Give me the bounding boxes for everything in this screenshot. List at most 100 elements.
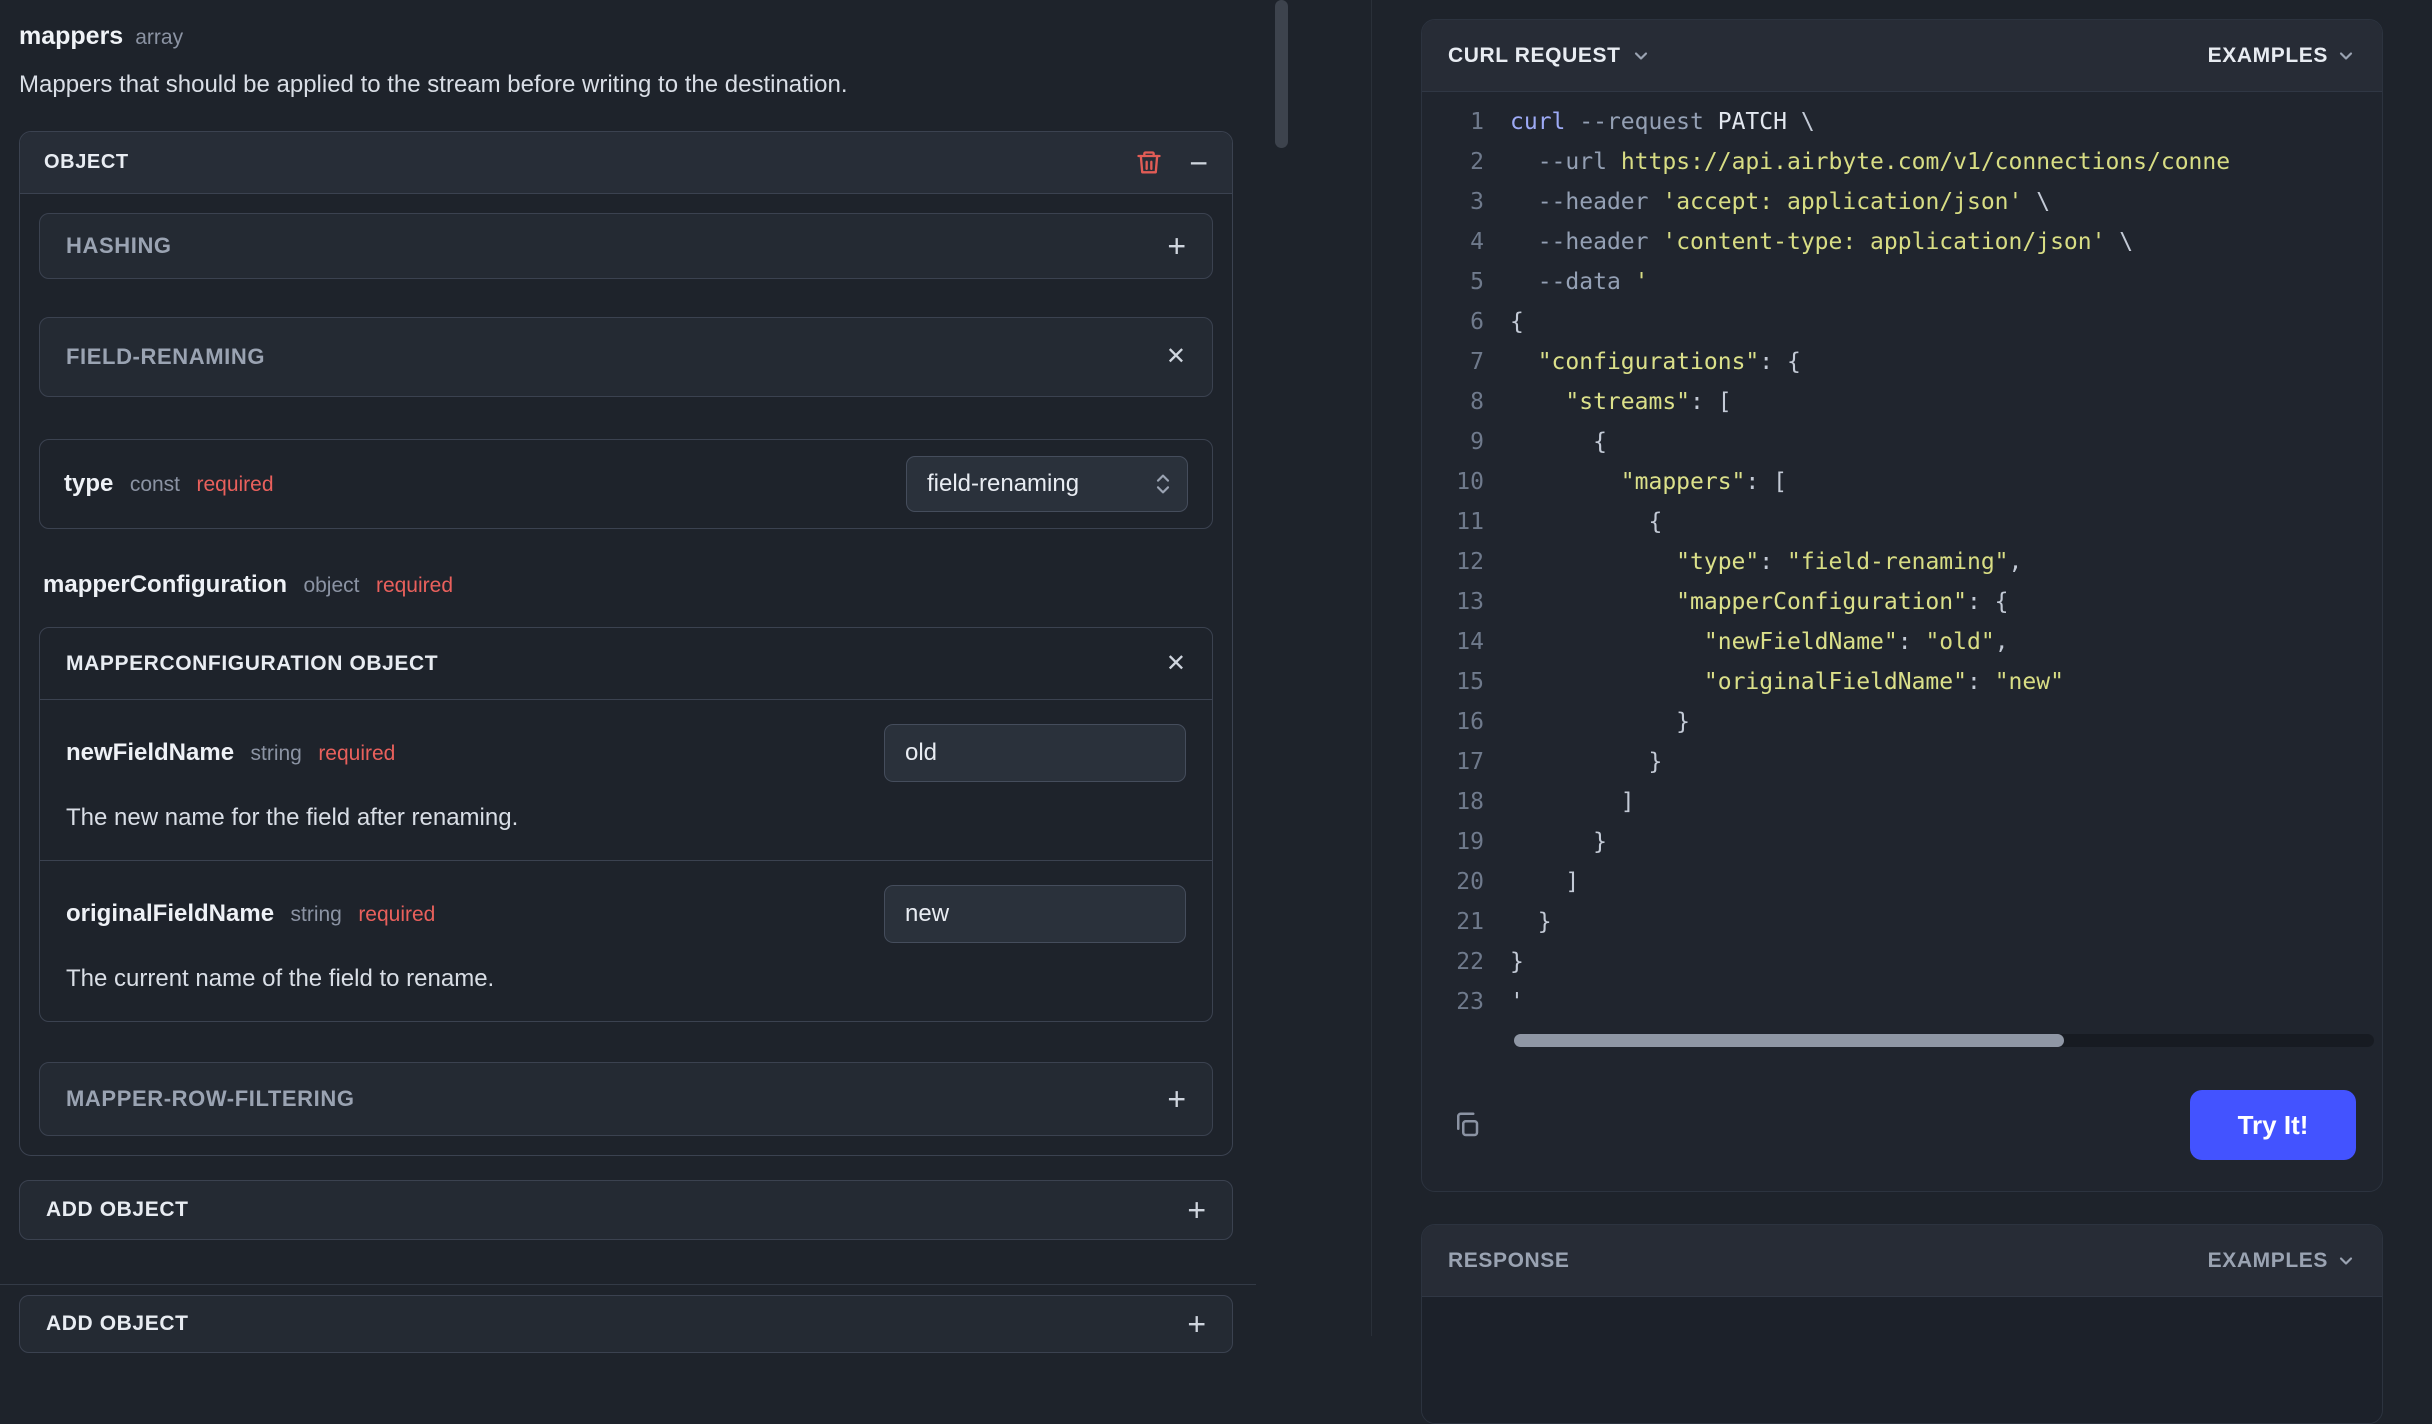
section-hashing[interactable]: HASHING + — [39, 213, 1213, 279]
response-dropdown[interactable]: RESPONSE — [1448, 1249, 1570, 1273]
required-badge: required — [375, 574, 454, 597]
code-line: 4 --header 'content-type: application/js… — [1422, 222, 2382, 262]
property-name: originalFieldName — [66, 900, 275, 927]
line-number: 5 — [1470, 269, 1484, 295]
property-kind: string — [250, 742, 302, 765]
line-number: 15 — [1456, 669, 1484, 695]
type-property-label: type const required — [64, 470, 274, 498]
code-line: 17 } — [1422, 742, 2382, 782]
line-number: 13 — [1456, 589, 1484, 615]
curl-panel-header: CURL REQUEST EXAMPLES — [1422, 20, 2382, 92]
close-icon: ✕ — [1165, 649, 1186, 677]
vertical-scrollbar[interactable] — [1275, 0, 1288, 148]
line-number: 20 — [1456, 869, 1484, 895]
code-line: 16 } — [1422, 702, 2382, 742]
object-card-body: HASHING + FIELD-RENAMING ✕ type const re… — [20, 194, 1232, 1155]
collapse-object-button[interactable]: − — [1189, 147, 1208, 179]
curl-panel-footer: Try It! — [1422, 1047, 2382, 1191]
code-line: 23 ' — [1422, 982, 2382, 1022]
type-select-value: field-renaming — [927, 470, 1080, 497]
property-name: mapperConfiguration — [43, 571, 287, 598]
trash-icon — [1137, 150, 1161, 173]
originalFieldName-input[interactable] — [884, 885, 1186, 943]
line-number: 7 — [1470, 349, 1484, 375]
line-number: 11 — [1456, 509, 1484, 535]
curl-request-panel: CURL REQUEST EXAMPLES 1 curl --request PA… — [1421, 19, 2383, 1192]
response-panel: RESPONSE EXAMPLES — [1421, 1224, 2383, 1424]
required-badge: required — [358, 903, 436, 926]
field-description: Mappers that should be applied to the st… — [19, 71, 848, 98]
property-kind: const — [129, 473, 181, 496]
add-object-button-inner[interactable]: ADD OBJECT + — [19, 1180, 1233, 1240]
field-row-newFieldName: newFieldName string required The new nam… — [40, 700, 1212, 860]
type-select[interactable]: field-renaming — [906, 456, 1188, 512]
line-number: 16 — [1456, 709, 1484, 735]
plus-icon: + — [1167, 228, 1186, 264]
code-lines: 1 curl --request PATCH \ 2 --url https://a… — [1422, 102, 2382, 1022]
close-icon: ✕ — [1165, 343, 1186, 370]
schema-panel: mappers array Mappers that should be app… — [0, 0, 1256, 1353]
code-line: 20 ] — [1422, 862, 2382, 902]
field-label: originalFieldName string required — [66, 900, 435, 928]
property-kind: string — [290, 903, 342, 926]
curl-request-dropdown[interactable]: CURL REQUEST — [1448, 44, 1651, 68]
line-number: 12 — [1456, 549, 1484, 575]
examples-label: EXAMPLES — [2207, 1248, 2328, 1272]
code-line: 22} — [1422, 942, 2382, 982]
line-number: 1 — [1470, 109, 1484, 135]
try-it-button[interactable]: Try It! — [2190, 1090, 2356, 1160]
code-line: 18 ] — [1422, 782, 2382, 822]
api-playground-panel: CURL REQUEST EXAMPLES 1 curl --request PA… — [1372, 0, 2432, 1424]
plus-icon: + — [1167, 1081, 1186, 1117]
examples-dropdown[interactable]: EXAMPLES — [2208, 44, 2356, 68]
line-number: 10 — [1456, 469, 1484, 495]
line-number: 19 — [1456, 829, 1484, 855]
hashing-title: HASHING — [66, 233, 172, 258]
copy-code-button[interactable] — [1452, 1110, 1482, 1140]
object-card-title: OBJECT — [44, 151, 129, 173]
code-line: 3 --header 'accept: application/json' \ — [1422, 182, 2382, 222]
field-description: The current name of the field to rename. — [66, 965, 495, 992]
line-number: 3 — [1470, 189, 1484, 215]
field-renaming-title: FIELD-RENAMING — [66, 344, 266, 369]
section-field-renaming[interactable]: FIELD-RENAMING ✕ — [39, 317, 1213, 397]
code-block: 1 curl --request PATCH \ 2 --url https://a… — [1422, 92, 2382, 1022]
delete-object-button[interactable] — [1135, 149, 1163, 177]
line-number: 9 — [1470, 429, 1484, 455]
mapper-configuration-card: MAPPERCONFIGURATION OBJECT ✕ newFieldNam… — [39, 627, 1213, 1022]
line-number: 22 — [1456, 949, 1484, 975]
required-badge: required — [196, 473, 274, 496]
plus-icon: + — [1187, 1192, 1206, 1228]
add-object-label: ADD OBJECT — [46, 1198, 189, 1221]
type-property-row: type const required field-renaming — [39, 439, 1213, 529]
object-card: OBJECT − HASHING + FIELD-RENAMING ✕ type… — [19, 131, 1233, 1156]
chevron-down-icon — [2336, 46, 2356, 66]
line-number: 23 — [1456, 989, 1484, 1015]
line-number: 6 — [1470, 309, 1484, 335]
add-object-button-outer[interactable]: ADD OBJECT + — [19, 1295, 1233, 1353]
field-header: mappers array — [19, 22, 1233, 51]
add-object-label: ADD OBJECT — [46, 1312, 189, 1335]
required-badge: required — [318, 742, 396, 765]
property-name: newFieldName — [66, 739, 235, 766]
code-line: 14 "newFieldName": "old", — [1422, 622, 2382, 662]
code-line: 1 curl --request PATCH \ — [1422, 102, 2382, 142]
copy-icon — [1457, 1112, 1479, 1137]
mapper-configuration-label-row: mapperConfiguration object required — [43, 571, 1209, 599]
code-line: 13 "mapperConfiguration": { — [1422, 582, 2382, 622]
plus-icon: + — [1187, 1306, 1206, 1342]
curl-request-title: CURL REQUEST — [1448, 43, 1621, 67]
horizontal-scrollbar-track — [1514, 1034, 2374, 1047]
examples-label: EXAMPLES — [2207, 43, 2328, 67]
line-number: 18 — [1456, 789, 1484, 815]
newFieldName-input[interactable] — [884, 724, 1186, 782]
code-line: 6{ — [1422, 302, 2382, 342]
close-mapper-configuration-button[interactable]: ✕ — [1165, 649, 1186, 677]
code-line: 9 { — [1422, 422, 2382, 462]
horizontal-scrollbar[interactable] — [1514, 1034, 2065, 1047]
line-number: 8 — [1470, 389, 1484, 415]
response-examples-dropdown[interactable]: EXAMPLES — [2208, 1249, 2356, 1273]
section-mapper-row-filtering[interactable]: MAPPER-ROW-FILTERING + — [39, 1062, 1213, 1136]
field-label: newFieldName string required — [66, 739, 395, 767]
code-line: 5 --data ' — [1422, 262, 2382, 302]
